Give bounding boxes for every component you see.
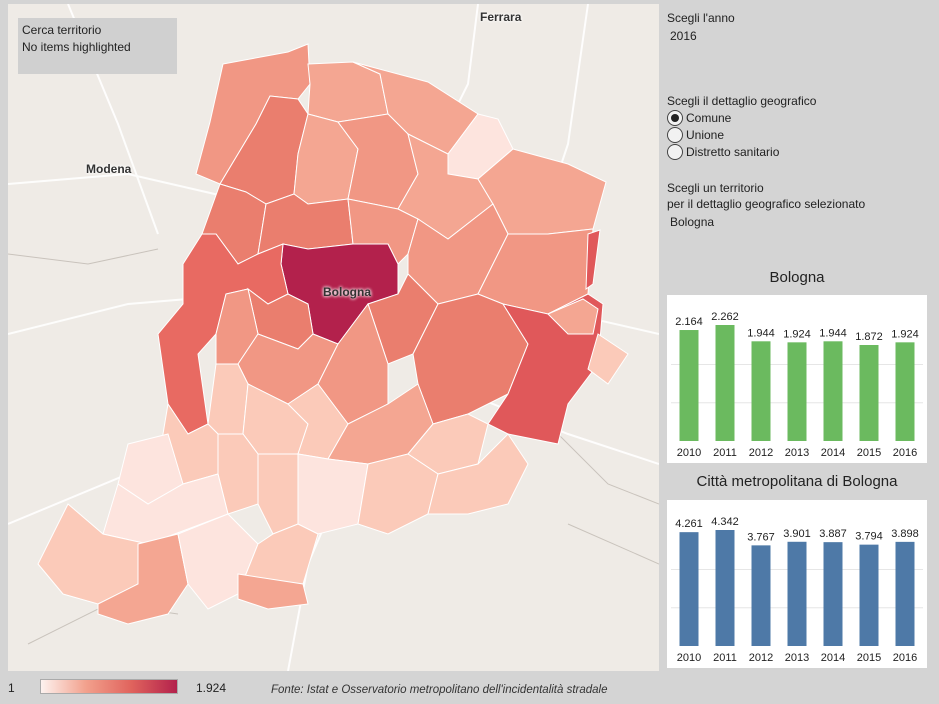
- radio-label: Comune: [686, 111, 732, 125]
- x-tick-label: 2013: [785, 447, 809, 459]
- x-tick-label: 2014: [821, 447, 845, 459]
- bar-chart-canvas: 2.164 2010 2.262 2011 1.944 2012 1.924 2013 1.94…: [671, 311, 923, 459]
- legend-color-ramp: [40, 679, 178, 694]
- x-tick-label: 2016: [893, 447, 917, 459]
- municipality[interactable]: [297, 453, 369, 535]
- bar: [859, 544, 879, 646]
- data-label: 3.887: [819, 528, 847, 540]
- bar: [715, 530, 735, 646]
- radio-checked-icon[interactable]: [667, 110, 683, 126]
- bar: [787, 342, 807, 441]
- x-tick-label: 2013: [785, 652, 809, 664]
- municipality[interactable]: [357, 453, 439, 535]
- x-tick-label: 2015: [857, 447, 881, 459]
- source-note: Fonte: Istat e Osservatorio metropolitan…: [271, 684, 608, 696]
- municipality-polygons[interactable]: [37, 43, 629, 625]
- data-label: 4.342: [711, 516, 739, 528]
- x-tick-label: 2010: [677, 652, 701, 664]
- bar-chart-bologna: 2.164 2010 2.262 2011 1.944 2012 1.924 2013 1.94…: [667, 295, 927, 463]
- chart-title-metro: Città metropolitana di Bologna: [696, 473, 898, 490]
- radio-label: Distretto sanitario: [686, 145, 780, 159]
- data-label: 1.872: [855, 331, 883, 343]
- search-status: No items highlighted: [22, 40, 131, 54]
- bar: [787, 541, 807, 646]
- municipality[interactable]: [207, 363, 249, 435]
- territory-label-2: per il dettaglio geografico selezionato: [667, 197, 866, 211]
- x-tick-label: 2015: [857, 652, 881, 664]
- city-label-modena: Modena: [86, 162, 132, 176]
- bar: [679, 330, 699, 441]
- data-label: 3.794: [855, 531, 883, 543]
- search-territory-box[interactable]: Cerca territorio No items highlighted: [18, 18, 177, 74]
- bar: [823, 341, 843, 441]
- x-tick-label: 2014: [821, 652, 845, 664]
- choropleth-map[interactable]: Ferrara Modena Bologna Cerca territorio …: [8, 4, 659, 671]
- year-label: Scegli l'anno: [667, 11, 735, 25]
- municipality[interactable]: [257, 193, 354, 255]
- data-label: 1.924: [891, 328, 919, 340]
- radio-distretto[interactable]: Distretto sanitario: [667, 144, 779, 160]
- municipality[interactable]: [585, 229, 601, 290]
- geo-detail-label: Scegli il dettaglio geografico: [667, 94, 817, 108]
- data-label: 3.767: [747, 531, 775, 543]
- year-value[interactable]: 2016: [670, 29, 697, 43]
- data-label: 3.901: [783, 528, 811, 540]
- bar-chart-canvas: 4.261 2010 4.342 2011 3.767 2012 3.901 2013 3.88…: [671, 516, 923, 664]
- radio-unione[interactable]: Unione: [667, 127, 724, 143]
- x-tick-label: 2012: [749, 652, 773, 664]
- bar: [823, 542, 843, 646]
- data-label: 3.898: [891, 528, 919, 540]
- map-canvas[interactable]: [8, 4, 659, 671]
- data-label: 1.924: [783, 328, 811, 340]
- x-tick-label: 2011: [713, 447, 737, 459]
- x-tick-label: 2012: [749, 447, 773, 459]
- territory-label-1: Scegli un territorio: [667, 181, 764, 195]
- data-label: 1.944: [747, 327, 775, 339]
- data-label: 4.261: [675, 518, 703, 530]
- radio-comune[interactable]: Comune: [667, 110, 731, 126]
- bar-chart-metro: 4.261 2010 4.342 2011 3.767 2012 3.901 2013 3.88…: [667, 500, 927, 668]
- x-tick-label: 2011: [713, 652, 737, 664]
- bar: [895, 541, 915, 646]
- data-label: 2.262: [711, 311, 739, 323]
- data-label: 2.164: [675, 316, 703, 328]
- territory-value[interactable]: Bologna: [670, 215, 714, 229]
- data-label: 1.944: [819, 327, 847, 339]
- radio-label: Unione: [686, 128, 725, 142]
- radio-unchecked-icon[interactable]: [667, 144, 683, 160]
- bar: [715, 325, 735, 441]
- map-legend: 1 1.924 Fonte: Istat e Osservatorio metr…: [0, 672, 939, 704]
- x-tick-label: 2010: [677, 447, 701, 459]
- x-tick-label: 2016: [893, 652, 917, 664]
- chart-title-bologna: Bologna: [769, 269, 825, 286]
- search-title: Cerca territorio: [22, 23, 102, 37]
- bar: [895, 342, 915, 441]
- bar: [679, 532, 699, 646]
- radio-unchecked-icon[interactable]: [667, 127, 683, 143]
- bar: [751, 341, 771, 441]
- legend-min: 1: [8, 681, 15, 695]
- legend-max: 1.924: [196, 681, 227, 695]
- city-label-bologna: Bologna: [323, 285, 371, 299]
- city-label-ferrara: Ferrara: [480, 10, 522, 24]
- bar: [859, 345, 879, 441]
- bar: [751, 545, 771, 646]
- municipality[interactable]: [257, 453, 299, 535]
